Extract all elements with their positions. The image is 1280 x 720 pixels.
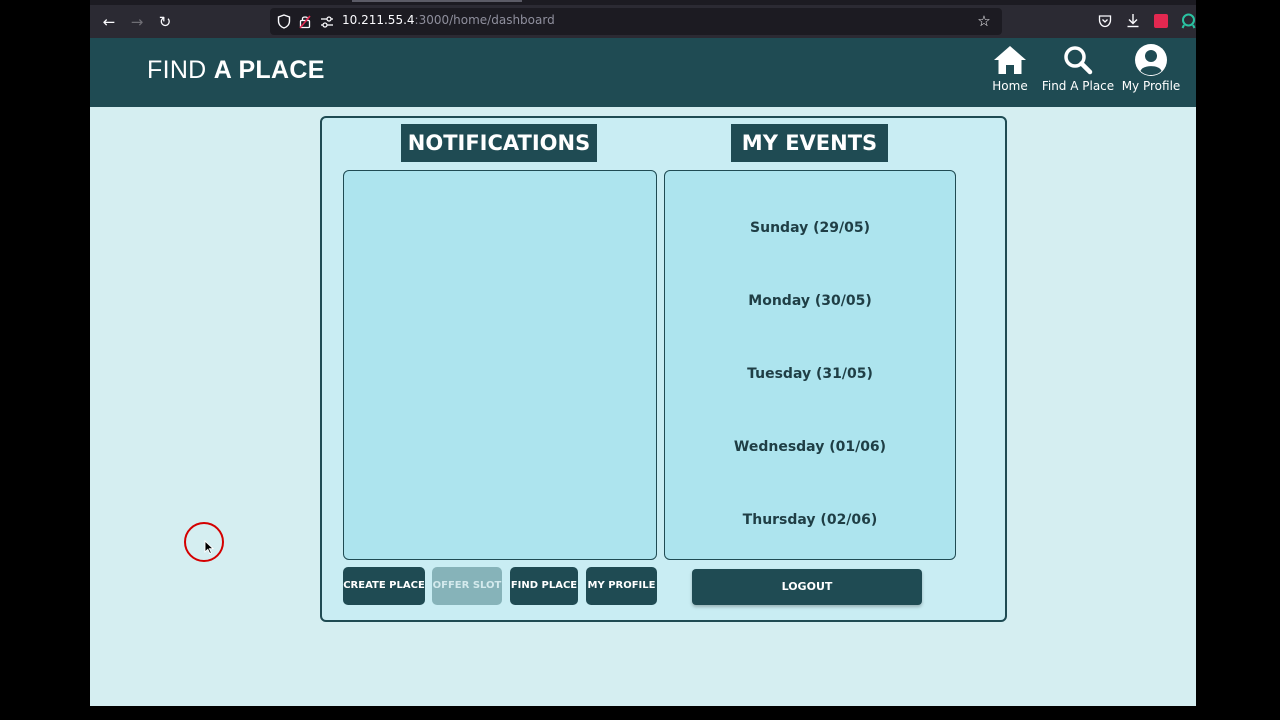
browser-toolbar: ← → ↻ 10.211.55.4:3000/home/dashboard ☆ [90,5,1196,38]
back-icon[interactable]: ← [99,12,119,32]
event-day-item[interactable]: Thursday (02/06) [665,512,955,528]
dashboard-card: NOTIFICATIONS MY EVENTS Sunday (29/05) M… [320,116,1007,622]
event-day-item[interactable]: Tuesday (31/05) [665,366,955,382]
find-place-button[interactable]: FIND PLACE [510,567,578,605]
download-icon[interactable] [1126,13,1140,28]
forward-icon[interactable]: → [127,12,147,32]
my-profile-button[interactable]: MY PROFILE [586,567,657,605]
tab-indicator [352,0,522,2]
event-day-item[interactable]: Sunday (29/05) [665,220,955,236]
home-icon [994,46,1026,74]
url-text[interactable]: 10.211.55.4:3000/home/dashboard [342,13,555,27]
url-path: :3000/home/dashboard [414,13,555,27]
mouse-pointer-icon [204,540,214,554]
logout-button[interactable]: LOGOUT [692,569,922,605]
top-nav-bar: FIND A PLACE Home Find A Place My Profil… [90,38,1196,107]
insecure-lock-icon [299,15,311,29]
offer-slot-button[interactable]: OFFER SLOT [432,567,502,605]
notifications-title: NOTIFICATIONS [401,124,597,162]
nav-home[interactable]: Home [986,44,1034,93]
bookmark-star-icon[interactable]: ☆ [974,11,994,31]
extension-alien-icon[interactable] [1181,13,1196,29]
permissions-icon[interactable] [320,16,334,28]
create-place-button[interactable]: CREATE PLACE [343,567,425,605]
pocket-icon[interactable] [1098,14,1112,28]
browser-window: ← → ↻ 10.211.55.4:3000/home/dashboard ☆ [90,0,1196,706]
extension-icon[interactable] [1154,14,1168,28]
nav-my-profile[interactable]: My Profile [1119,44,1183,93]
url-host: 10.211.55.4 [342,13,415,27]
nav-my-profile-label: My Profile [1121,79,1181,93]
brand-text-light: FIND [147,56,214,84]
brand-text-bold: A PLACE [213,56,325,84]
page: FIND A PLACE Home Find A Place My Profil… [90,38,1196,706]
event-day-item[interactable]: Wednesday (01/06) [665,439,955,455]
nav-find-a-place[interactable]: Find A Place [1040,44,1116,93]
brand-logo[interactable]: FIND A PLACE [147,56,325,85]
reload-icon[interactable]: ↻ [155,12,175,32]
event-day-item[interactable]: Monday (30/05) [665,293,955,309]
search-icon [1064,46,1093,75]
nav-find-a-place-label: Find A Place [1041,79,1115,93]
notifications-panel [343,170,657,560]
url-bar[interactable]: 10.211.55.4:3000/home/dashboard ☆ [270,8,1002,35]
shield-icon [277,14,291,29]
my-events-panel: Sunday (29/05) Monday (30/05) Tuesday (3… [664,170,956,560]
my-events-title: MY EVENTS [731,124,888,162]
user-circle-icon [1135,44,1167,76]
nav-home-label: Home [992,79,1028,93]
